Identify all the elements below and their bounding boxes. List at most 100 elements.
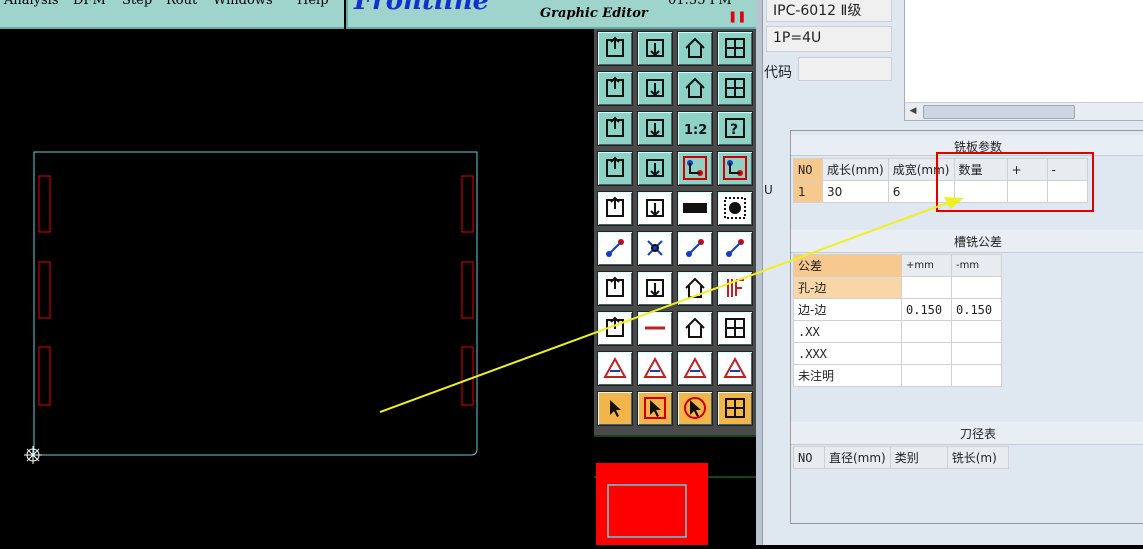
tol-cell[interactable] [951,342,1002,365]
snap-x-icon [647,240,663,256]
tol-cell[interactable] [901,320,952,343]
netlist-button[interactable] [677,151,713,186]
probe-button[interactable] [637,151,673,186]
mill-col-length[interactable]: 成长(mm) [822,158,889,181]
table-row[interactable]: 边-边 0.150 0.150 [793,298,1002,321]
menu-analysis[interactable]: Analysis [4,0,59,8]
tol-cell[interactable] [951,364,1002,387]
move-left-button[interactable] [597,71,633,106]
table-row[interactable]: 未注明 [793,364,1002,387]
arc-button[interactable] [677,271,713,306]
mill-col-qty[interactable]: 数量 [953,158,1008,181]
drawing-canvas[interactable] [0,29,594,545]
mirror-button[interactable] [677,71,713,106]
tool-col-length[interactable]: 铣长(m) [946,446,1009,469]
tol-cell[interactable]: 未注明 [793,364,902,387]
mill-cell[interactable] [1006,180,1048,203]
cursor-rotate-button[interactable] [677,391,713,426]
dimension-button[interactable] [677,311,713,346]
tol-cell[interactable] [951,276,1002,299]
fit-button[interactable] [597,111,633,146]
netlist-compare-button[interactable] [717,151,753,186]
center-button[interactable] [637,111,673,146]
frame-button[interactable] [717,31,753,66]
menu-rout[interactable]: Rout [166,0,197,8]
scroll-thumb[interactable] [923,105,1075,119]
mill-cell[interactable]: 6 [887,180,955,203]
line-measure-button[interactable] [637,271,673,306]
tol-cell[interactable]: 孔-边 [793,276,902,299]
home-button[interactable] [597,31,633,66]
scroll-left-icon[interactable]: ◀ [907,105,919,117]
tol-cell[interactable]: 0.150 [951,298,1002,321]
step-path-button[interactable] [717,391,753,426]
tol-cell[interactable]: 0.150 [901,298,952,321]
circle-button[interactable] [717,191,753,226]
zoom-in-button[interactable] [637,31,673,66]
tool-col-diameter[interactable]: 直径(mm) [824,446,891,469]
mill-cell[interactable] [1046,180,1088,203]
tol-cell[interactable]: .XXX [793,342,902,365]
measure-point-button[interactable] [677,231,713,266]
table-row[interactable]: .XXX [793,342,1002,365]
s-step-button[interactable] [717,71,753,106]
house-button[interactable] [677,31,713,66]
table-row[interactable]: 1 30 6 [793,180,1088,203]
tol-cell[interactable] [901,364,952,387]
menu-help[interactable]: Help [297,0,329,8]
mill-cell[interactable]: 1 [793,180,823,203]
snap-x-button[interactable] [637,231,673,266]
table-row[interactable]: 孔-边 [793,276,1002,299]
tool-col-no[interactable]: NO [793,446,825,469]
angle-button[interactable] [597,271,633,306]
connect-button[interactable] [597,231,633,266]
a-down-button[interactable] [717,351,753,386]
code-input[interactable] [798,57,892,81]
cursor-button[interactable] [597,391,633,426]
menu-step[interactable]: Step [122,0,152,8]
pause-icon[interactable]: ❚❚ [728,10,746,23]
app-header: Frontline Graphic Editor 01:55 PM ❚❚ [346,0,758,29]
list-box[interactable]: ◀ [904,0,1143,121]
scale-1-2-button[interactable]: 1:2 [677,111,713,146]
mill-col-plus[interactable]: + [1006,158,1048,181]
select-pad-button[interactable] [597,191,633,226]
cursor-box-button[interactable] [637,391,673,426]
minimap[interactable] [594,435,756,545]
line-button[interactable] [637,311,673,346]
menu-windows[interactable]: Windows [213,0,273,8]
tol-cell[interactable] [951,320,1002,343]
model-field[interactable]: IPC-6012 Ⅱ级 [766,0,892,22]
tool-col-type[interactable]: 类别 [889,446,948,469]
horizontal-scrollbar[interactable]: ◀ [905,102,1143,120]
mill-col-width[interactable]: 成宽(mm) [887,158,955,181]
tol-cell[interactable]: .XX [793,320,902,343]
delta-button[interactable] [637,351,673,386]
ruler-button[interactable] [677,191,713,226]
mill-col-minus[interactable]: - [1046,158,1088,181]
select-rect-button[interactable] [637,191,673,226]
mill-col-no[interactable]: NO [793,158,823,181]
tools-button[interactable] [597,151,633,186]
edge-button[interactable] [717,271,753,306]
table-row[interactable]: .XX [793,320,1002,343]
tol-col-name[interactable]: 公差 [793,254,902,277]
corner-button[interactable] [597,311,633,346]
tol-col-minus[interactable]: -mm [951,254,1002,277]
menu-dfm[interactable]: DFM [73,0,106,8]
mill-params-table: NO 成长(mm) 成宽(mm) 数量 + - 1 30 6 [793,158,1088,203]
mill-cell[interactable] [953,180,1008,203]
tol-cell[interactable] [901,276,952,299]
help-button[interactable]: ? [717,111,753,146]
measure-pair-button[interactable] [717,231,753,266]
tol-cell[interactable]: 边-边 [793,298,902,321]
tol-cell[interactable] [901,342,952,365]
triangle-button[interactable] [597,351,633,386]
move-right-button[interactable] [637,71,673,106]
a-up-button[interactable] [677,351,713,386]
flip-button[interactable] [717,311,753,346]
mill-cell[interactable]: 30 [822,180,889,203]
tol-col-plus[interactable]: +mm [901,254,952,277]
panel-setting-field[interactable]: 1P=4U [766,26,892,52]
probe-icon [646,159,664,177]
